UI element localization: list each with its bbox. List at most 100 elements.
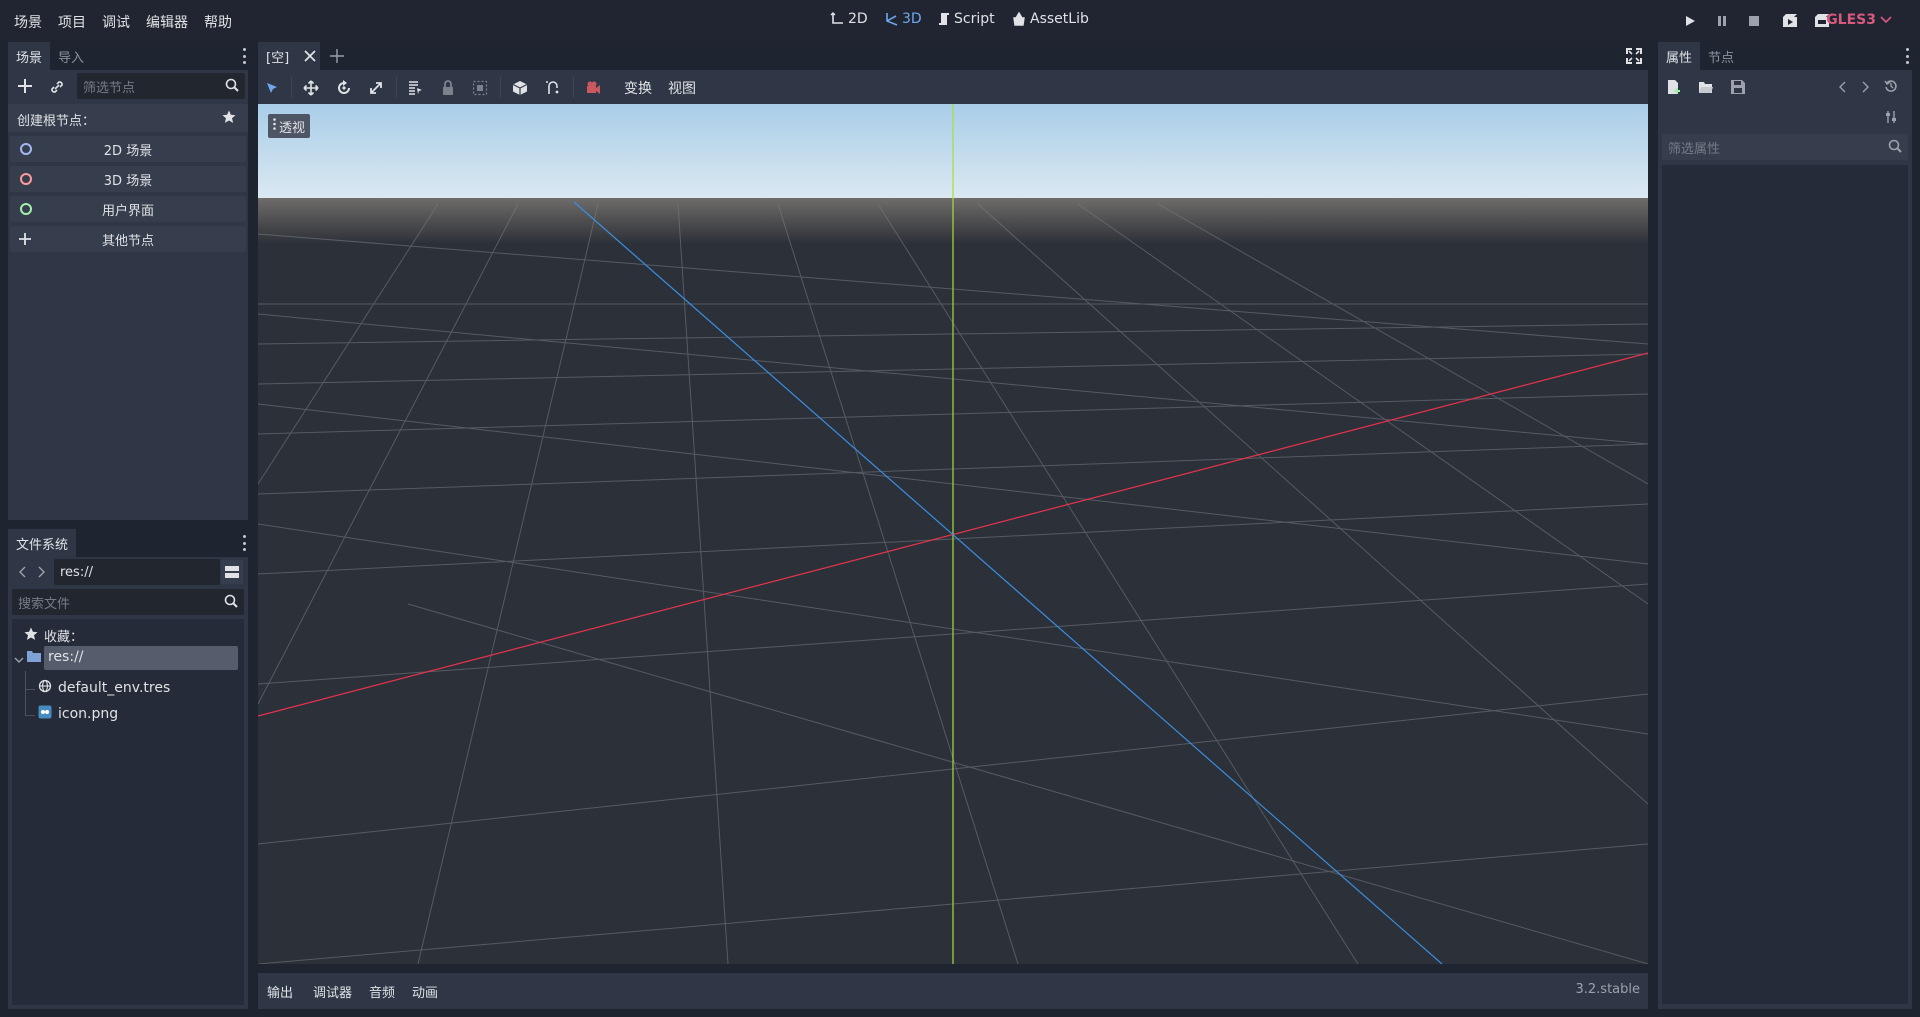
list-select-icon[interactable] bbox=[406, 79, 424, 97]
renderer-select[interactable]: GLES3 bbox=[1826, 12, 1892, 28]
menu-debug[interactable]: 调试 bbox=[102, 12, 130, 32]
forward-icon[interactable] bbox=[38, 566, 46, 582]
chevron-down-icon[interactable] bbox=[14, 652, 24, 668]
tab-scene[interactable]: 场景 bbox=[8, 42, 51, 70]
tab-animation[interactable]: 动画 bbox=[412, 982, 438, 1001]
viewport-grid bbox=[258, 104, 1648, 964]
camera-preview-icon[interactable] bbox=[584, 79, 602, 97]
history-icon[interactable] bbox=[1884, 79, 1898, 97]
z-axis-line bbox=[573, 201, 1443, 964]
script-icon bbox=[938, 12, 950, 26]
renderer-label: GLES3 bbox=[1826, 12, 1876, 28]
scene-dock-menu-icon[interactable] bbox=[243, 48, 247, 64]
favorites-row[interactable]: 收藏： bbox=[24, 626, 83, 645]
control-icon bbox=[20, 203, 32, 215]
menu-help[interactable]: 帮助 bbox=[204, 12, 232, 32]
menu-scene[interactable]: 场景 bbox=[14, 12, 42, 32]
scene-tab[interactable]: [空] bbox=[258, 42, 320, 70]
tab-debugger[interactable]: 调试器 bbox=[313, 982, 352, 1001]
menu-project[interactable]: 项目 bbox=[58, 12, 86, 32]
tab-node[interactable]: 节点 bbox=[1700, 42, 1742, 70]
favorites-label: 收藏： bbox=[44, 630, 84, 645]
mode-assetlib-label: AssetLib bbox=[1030, 11, 1089, 27]
history-forward-icon[interactable] bbox=[1862, 81, 1870, 97]
inspector-menu-icon[interactable] bbox=[1906, 48, 1910, 64]
file-row[interactable]: icon.png bbox=[38, 705, 118, 723]
root-2d-scene-button[interactable]: 2D 场景 bbox=[10, 136, 246, 162]
inspector-tabs: 属性 节点 bbox=[1658, 42, 1742, 70]
scale-tool-icon[interactable] bbox=[367, 79, 385, 97]
root-ui-label: 用户界面 bbox=[101, 203, 154, 219]
path-field[interactable]: res:// bbox=[54, 559, 220, 585]
local-space-icon[interactable] bbox=[511, 79, 529, 97]
search-icon bbox=[224, 594, 238, 612]
mode-2d-button[interactable]: 2D bbox=[830, 11, 868, 27]
filter-nodes-placeholder: 筛选节点 bbox=[83, 80, 136, 96]
object-properties-icon[interactable] bbox=[1884, 110, 1898, 128]
file-row[interactable]: default_env.tres bbox=[38, 679, 170, 697]
split-mode-icon[interactable] bbox=[221, 560, 243, 584]
spatial-toolbar bbox=[258, 70, 1648, 104]
root-ui-button[interactable]: 用户界面 bbox=[10, 196, 246, 222]
tab-audio[interactable]: 音频 bbox=[369, 982, 395, 1001]
transform-menu[interactable]: 变换 bbox=[624, 78, 652, 98]
scene-dock: 筛选节点 创建根节点： 2D 场景 3D 场景 用户界面 其他节点 bbox=[8, 70, 248, 520]
bottom-panel: 输出 调试器 音频 动画 3.2.stable bbox=[258, 973, 1648, 1009]
mode-assetlib-button[interactable]: AssetLib bbox=[1012, 11, 1089, 27]
new-resource-icon[interactable] bbox=[1666, 79, 1682, 99]
favorites-star-icon[interactable] bbox=[222, 110, 236, 128]
open-folder-icon[interactable] bbox=[1698, 79, 1714, 99]
filesystem-menu-icon[interactable] bbox=[243, 535, 247, 551]
play-scene-icon[interactable] bbox=[1782, 13, 1798, 29]
tree-guide-line bbox=[25, 689, 35, 690]
search-files-placeholder: 搜索文件 bbox=[18, 596, 71, 612]
distraction-free-icon[interactable] bbox=[1626, 48, 1642, 68]
viewport-menu-button[interactable]: 透视 bbox=[268, 114, 311, 138]
filter-properties-input[interactable]: 筛选属性 bbox=[1662, 134, 1908, 160]
pause-icon[interactable] bbox=[1714, 13, 1730, 29]
mode-3d-button[interactable]: 3D bbox=[884, 11, 922, 27]
3d-viewport[interactable]: 透视 bbox=[258, 104, 1648, 964]
mode-script-label: Script bbox=[954, 11, 995, 27]
res-folder-row[interactable]: res:// bbox=[44, 646, 238, 670]
filter-properties-placeholder: 筛选属性 bbox=[1668, 141, 1721, 157]
root-other-button[interactable]: 其他节点 bbox=[10, 226, 246, 252]
mode-script-button[interactable]: Script bbox=[938, 11, 995, 27]
play-icon[interactable] bbox=[1682, 13, 1698, 29]
back-icon[interactable] bbox=[18, 566, 26, 582]
root-3d-scene-label: 3D 场景 bbox=[103, 173, 153, 189]
tab-inspector[interactable]: 属性 bbox=[1658, 42, 1701, 70]
chevron-down-icon bbox=[1880, 12, 1892, 28]
filesystem-dock-tabs: 文件系统 bbox=[8, 529, 77, 557]
file-name: default_env.tres bbox=[58, 680, 171, 696]
toolbar-separator bbox=[500, 76, 501, 98]
tab-filesystem[interactable]: 文件系统 bbox=[8, 529, 77, 557]
3d-icon bbox=[884, 12, 898, 26]
root-3d-scene-button[interactable]: 3D 场景 bbox=[10, 166, 246, 192]
add-scene-tab-icon[interactable] bbox=[329, 48, 345, 68]
add-icon bbox=[18, 232, 32, 250]
inspector-property-list bbox=[1662, 165, 1908, 1004]
vertical-dots-icon bbox=[273, 118, 276, 134]
snap-icon[interactable] bbox=[544, 79, 562, 97]
filter-nodes-input[interactable]: 筛选节点 bbox=[77, 73, 245, 99]
group-icon[interactable] bbox=[471, 79, 489, 97]
rotate-tool-icon[interactable] bbox=[335, 79, 353, 97]
close-icon[interactable] bbox=[304, 50, 316, 66]
stop-icon[interactable] bbox=[1746, 13, 1762, 29]
save-icon[interactable] bbox=[1730, 79, 1746, 99]
history-back-icon[interactable] bbox=[1838, 81, 1846, 97]
menu-editor[interactable]: 编辑器 bbox=[146, 12, 188, 32]
select-tool-icon[interactable] bbox=[263, 79, 281, 97]
filesystem-dock: res:// 搜索文件 收藏： res:// default_env.tres … bbox=[8, 557, 248, 1009]
view-menu[interactable]: 视图 bbox=[668, 78, 696, 98]
environment-icon bbox=[38, 679, 52, 697]
scene-tab-label: [空] bbox=[266, 50, 290, 66]
move-tool-icon[interactable] bbox=[302, 79, 320, 97]
search-files-input[interactable]: 搜索文件 bbox=[12, 589, 244, 615]
link-icon[interactable] bbox=[49, 79, 65, 99]
tab-import[interactable]: 导入 bbox=[50, 42, 92, 70]
tab-output[interactable]: 输出 bbox=[267, 982, 293, 1001]
lock-icon[interactable] bbox=[439, 79, 457, 97]
add-node-icon[interactable] bbox=[17, 78, 33, 98]
